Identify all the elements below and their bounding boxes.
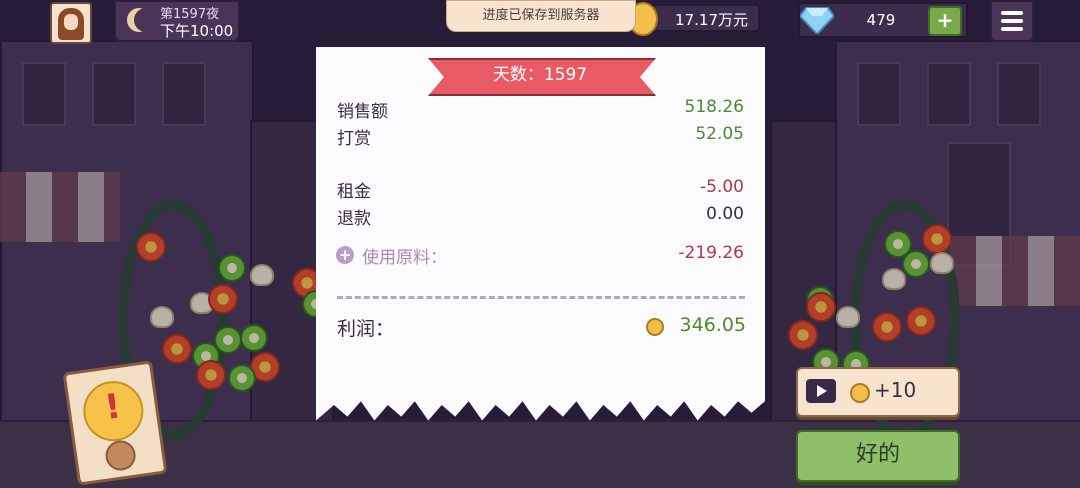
moon-icon	[134, 8, 158, 32]
day-ribbon-text: 天数：1597	[492, 65, 588, 85]
save-toast: 进度已保存到服务器	[446, 0, 636, 32]
gem-counter: 479 +	[798, 2, 968, 38]
money-value: 17.17万元	[675, 11, 748, 29]
add-gems-button[interactable]: +	[928, 6, 962, 36]
day-time-panel: 第1597夜 下午10:00	[114, 0, 240, 42]
tips-label: 打赏	[337, 129, 371, 149]
sales-value: 518.26	[684, 97, 744, 117]
receipt-divider	[337, 296, 745, 299]
exclamation-icon: !	[102, 386, 124, 429]
rent-label: 租金	[337, 182, 371, 202]
sales-label: 销售额	[337, 102, 388, 122]
menu-icon-bar	[1001, 27, 1023, 31]
watch-ad-button[interactable]: +10	[796, 367, 960, 417]
time-label: 下午10:00	[160, 22, 234, 40]
avatar-face	[64, 14, 78, 30]
refund-label: 退款	[337, 209, 371, 229]
profit-value: 346.05	[679, 314, 746, 336]
menu-icon-bar	[1001, 11, 1023, 15]
gem-count: 479	[866, 11, 896, 29]
menu-icon-bar	[1001, 19, 1023, 23]
alert-token-icon	[103, 438, 138, 473]
coin-icon	[646, 318, 664, 336]
play-video-icon	[806, 379, 836, 403]
rent-value: -5.00	[700, 177, 744, 197]
alert-badge: !	[79, 377, 148, 446]
ok-button[interactable]: 好的	[796, 430, 960, 482]
alert-card[interactable]: !	[62, 360, 168, 486]
tips-value: 52.05	[695, 124, 744, 144]
diamond-icon	[800, 7, 834, 34]
ad-reward-label: +10	[874, 378, 917, 402]
coin-icon	[850, 383, 870, 403]
refund-value: 0.00	[706, 204, 744, 224]
profit-label: 利润：	[337, 318, 395, 340]
ingredients-value: -219.26	[678, 243, 744, 263]
expand-ingredients-button[interactable]: +	[336, 246, 354, 264]
player-avatar[interactable]	[50, 2, 92, 44]
menu-button[interactable]	[990, 0, 1034, 42]
ingredients-label[interactable]: 使用原料：	[362, 243, 447, 268]
